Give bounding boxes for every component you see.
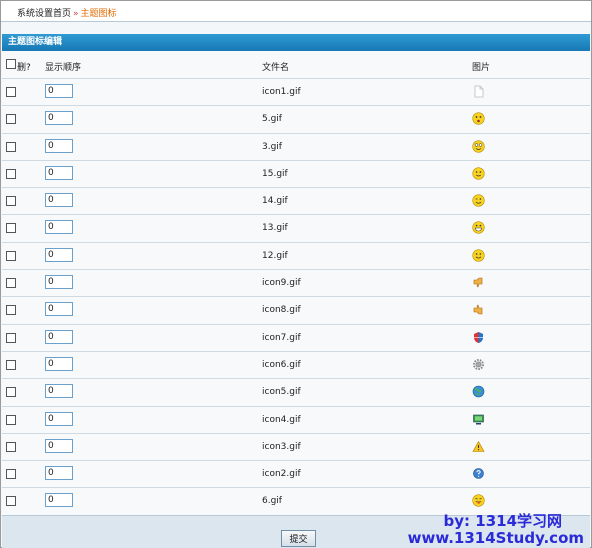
wink-face-icon [472,194,485,207]
delete-checkbox[interactable] [6,305,16,316]
column-filename: 文件名 [262,63,290,73]
file-name: icon5.gif [262,387,301,398]
delete-checkbox[interactable] [6,441,16,452]
delete-checkbox[interactable] [6,87,16,97]
order-input[interactable]: 0 [45,466,73,481]
file-name: icon9.gif [262,278,301,289]
breadcrumb-home-link[interactable]: 系统设置首页 [17,9,71,19]
file-name: icon8.gif [262,305,301,316]
order-input[interactable]: 0 [45,384,73,399]
delete-checkbox[interactable] [6,141,16,152]
table-row: 0 14.gif [2,188,590,216]
file-name: 12.gif [262,250,288,261]
blank-page-icon [472,85,485,98]
order-input[interactable]: 0 [45,275,73,290]
table-row: 0 3.gif [2,133,590,161]
order-input[interactable]: 0 [45,302,73,317]
order-input[interactable]: 0 [45,111,73,126]
monitor-icon [472,413,485,426]
column-order: 显示顺序 [45,63,82,73]
order-input[interactable]: 0 [45,329,73,344]
delete-checkbox[interactable] [6,359,16,370]
order-input[interactable]: 0 [45,438,73,453]
shield-icon [472,331,485,344]
file-name: 3.gif [262,141,282,152]
file-name: 14.gif [262,196,288,207]
delete-checkbox[interactable] [6,114,16,125]
table-row: 0 icon3.gif [2,433,590,462]
table-row: 0 15.gif [2,160,590,189]
delete-checkbox[interactable] [6,332,16,343]
big-grin-face-icon [472,221,485,235]
order-input[interactable]: 0 [45,84,73,98]
gear-icon [472,358,485,371]
column-delete: 删? [17,63,31,73]
order-input[interactable]: 0 [45,165,73,180]
order-input[interactable]: 0 [45,493,73,508]
order-input[interactable]: 0 [45,356,73,371]
order-input[interactable]: 0 [45,193,73,208]
file-name: icon7.gif [262,332,301,343]
file-name: 5.gif [262,114,282,125]
order-input[interactable]: 0 [45,220,73,235]
submit-button[interactable]: 提交 [281,530,316,547]
grin-face-icon [472,139,485,153]
table-row: 0 icon9.gif [2,270,590,298]
smile-face-icon [472,167,485,180]
happy-face-icon [472,249,485,262]
breadcrumb-current: 主题图标 [80,9,117,19]
order-input[interactable]: 0 [45,138,73,153]
app-frame: 系统设置首页» 主题图标 主题图标编辑 删? 显示顺序 文件名 图片 0 icon1… [0,0,592,548]
section-title: 主题图标编辑 [2,34,590,51]
delete-checkbox[interactable] [6,196,16,207]
file-name: 13.gif [262,223,288,234]
order-input[interactable]: 0 [45,411,73,426]
globe-icon [472,385,485,398]
table-row: 0 icon8.gif [2,297,590,325]
table-row: 0 icon1.gif [2,79,590,107]
question-icon [472,467,485,480]
delete-checkbox[interactable] [6,250,16,261]
tongue-face-icon [472,494,485,508]
table-header: 删? 显示顺序 文件名 图片 [2,51,590,79]
table-row: 0 5.gif [2,106,590,134]
breadcrumb: 系统设置首页» 主题图标 [17,6,117,19]
order-input[interactable]: 0 [45,247,73,262]
table-row: 0 icon5.gif [2,379,590,407]
watermark-line1: by: 1314学习网 [443,512,562,530]
column-picture: 图片 [472,63,491,73]
table-row: 0 icon2.gif [2,461,590,489]
file-name: icon4.gif [262,414,301,425]
select-all-checkbox[interactable] [6,59,16,69]
delete-checkbox[interactable] [6,168,16,179]
thumbs-down-icon [472,276,485,289]
table-row: 0 12.gif [2,242,590,271]
file-name: 15.gif [262,168,288,179]
warning-icon [472,440,485,453]
file-name: icon6.gif [262,359,301,370]
delete-checkbox[interactable] [6,496,16,507]
file-name: 6.gif [262,496,282,507]
breadcrumb-bar: 系统设置首页» 主题图标 [1,1,591,22]
file-name: icon2.gif [262,469,301,480]
watermark-line2: www.1314Study.com [407,529,584,547]
delete-checkbox[interactable] [6,469,16,480]
delete-checkbox[interactable] [6,387,16,398]
surprised-face-icon [472,112,485,125]
table-row: 0 icon7.gif [2,324,590,352]
delete-checkbox[interactable] [6,414,16,425]
table-row: 0 icon6.gif [2,351,590,380]
delete-checkbox[interactable] [6,278,16,289]
table-row: 0 13.gif [2,215,590,243]
breadcrumb-separator: » [73,9,79,19]
file-name: icon3.gif [262,441,301,452]
delete-checkbox[interactable] [6,223,16,234]
file-name: icon1.gif [262,87,301,97]
table-row: 0 icon4.gif [2,406,590,434]
icon-table: 0 icon1.gif 0 5.gif 0 3.gif 0 15.gif 0 14.gif 0 13.… [2,79,590,516]
thumbs-up-icon [472,303,485,316]
